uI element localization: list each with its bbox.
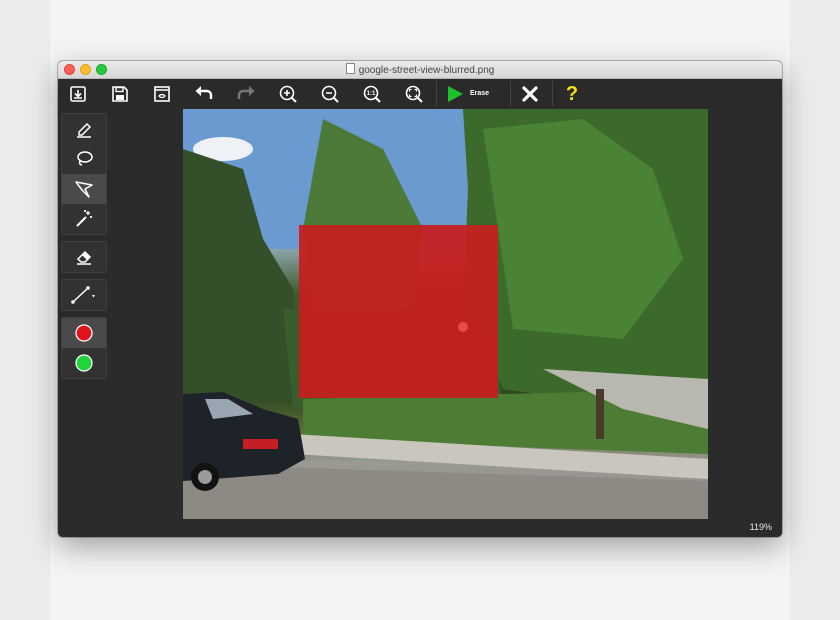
zoom-actual-button[interactable]: 1:1 [360, 79, 384, 108]
eraser-tool[interactable] [62, 242, 106, 272]
street-view-image [183, 109, 708, 520]
line-group [61, 279, 107, 311]
image-canvas[interactable] [183, 109, 708, 520]
marker-tool[interactable] [62, 114, 106, 144]
green-color-swatch[interactable] [62, 348, 106, 378]
zoom-level: 119% [749, 522, 772, 532]
redo-button[interactable] [234, 79, 258, 108]
toolbar-separator [510, 81, 511, 106]
erase-mask [299, 225, 498, 398]
zoom-in-button[interactable] [276, 79, 300, 108]
cancel-button[interactable] [518, 79, 542, 108]
lasso-icon [77, 151, 93, 166]
selection-tools-group [61, 113, 107, 235]
zoom-actual-text: 1:1 [367, 91, 376, 97]
toolbar-separator [552, 81, 553, 106]
zoom-fit-icon [405, 85, 423, 103]
color-group [61, 317, 107, 379]
save-button[interactable] [108, 79, 132, 108]
window-title-text: google-street-view-blurred.png [358, 65, 495, 76]
magic-wand-icon [76, 210, 92, 227]
toolbar: 1:1 Erase ? [58, 79, 782, 108]
line-icon [71, 286, 95, 304]
app-window: google-street-view-blurred.png 1:1 Erase… [58, 61, 782, 537]
line-tool[interactable] [62, 280, 106, 310]
lasso-tool[interactable] [62, 144, 106, 174]
redo-icon [237, 85, 255, 99]
save-icon [112, 85, 128, 102]
marker-icon [77, 122, 92, 138]
polygon-lasso-tool[interactable] [62, 174, 106, 204]
zoom-out-icon [321, 85, 339, 103]
open-button[interactable] [66, 79, 90, 108]
zoom-fit-button[interactable] [402, 79, 426, 108]
zoom-in-icon [279, 85, 297, 103]
background-left [0, 0, 50, 620]
zoom-actual-icon: 1:1 [363, 85, 381, 103]
status-bar: 119% [58, 519, 782, 537]
green-color-icon [75, 354, 93, 372]
toolbar-separator [436, 81, 437, 106]
play-icon [448, 85, 463, 102]
red-color-swatch[interactable] [62, 318, 106, 348]
help-label: ? [565, 82, 579, 105]
tool-sidebar [58, 109, 108, 519]
magic-wand-tool[interactable] [62, 204, 106, 234]
red-color-icon [75, 324, 93, 342]
open-icon [70, 85, 86, 102]
zoom-out-button[interactable] [318, 79, 342, 108]
view-icon [154, 85, 170, 102]
close-icon [522, 85, 538, 102]
undo-button[interactable] [192, 79, 216, 108]
view-button[interactable] [150, 79, 174, 108]
eraser-group [61, 241, 107, 273]
erase-button[interactable]: Erase [446, 79, 506, 108]
help-button[interactable]: ? [560, 79, 584, 108]
erase-label: Erase [470, 90, 490, 97]
title-bar: google-street-view-blurred.png [58, 61, 782, 79]
background-right [790, 0, 840, 620]
undo-icon [195, 85, 213, 99]
eraser-icon [76, 250, 92, 265]
document-icon [345, 63, 355, 74]
window-title: google-street-view-blurred.png [58, 63, 782, 76]
polygon-lasso-icon [75, 181, 93, 198]
